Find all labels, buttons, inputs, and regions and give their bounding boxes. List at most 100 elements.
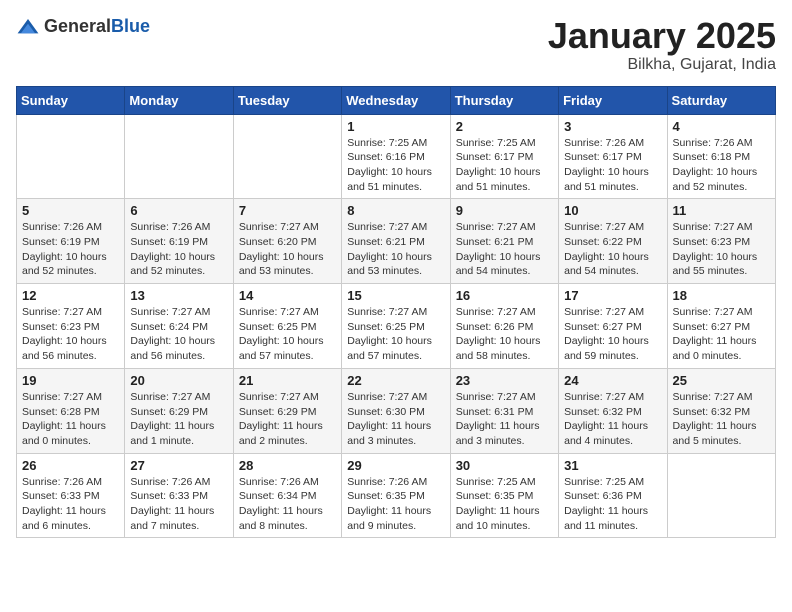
calendar-cell bbox=[17, 114, 125, 199]
calendar-week-row: 12Sunrise: 7:27 AM Sunset: 6:23 PM Dayli… bbox=[17, 284, 776, 369]
calendar-cell: 20 Sunrise: 7:27 AM Sunset: 6:29 PM Dayli… bbox=[125, 368, 233, 453]
calendar-header-row: SundayMondayTuesdayWednesdayThursdayFrid… bbox=[17, 86, 776, 114]
day-info: Sunrise: 7:27 AM Sunset: 6:26 PM Dayligh… bbox=[456, 305, 553, 364]
day-number: 10 bbox=[564, 203, 661, 218]
calendar-cell: 25 Sunrise: 7:27 AM Sunset: 6:32 PM Dayli… bbox=[667, 368, 775, 453]
logo-blue: Blue bbox=[111, 16, 150, 36]
day-number: 17 bbox=[564, 288, 661, 303]
weekday-header: Tuesday bbox=[233, 86, 341, 114]
day-info: Sunrise: 7:25 AM Sunset: 6:17 PM Dayligh… bbox=[456, 136, 553, 195]
day-info: Sunrise: 7:27 AM Sunset: 6:23 PM Dayligh… bbox=[673, 220, 770, 279]
calendar-cell: 31 Sunrise: 7:25 AM Sunset: 6:36 PM Dayli… bbox=[559, 453, 667, 538]
calendar-cell: 7Sunrise: 7:27 AM Sunset: 6:20 PM Daylig… bbox=[233, 199, 341, 284]
day-number: 18 bbox=[673, 288, 770, 303]
day-info: Sunrise: 7:26 AM Sunset: 6:19 PM Dayligh… bbox=[130, 220, 227, 279]
month-title: January 2025 bbox=[548, 16, 776, 56]
day-info: Sunrise: 7:27 AM Sunset: 6:24 PM Dayligh… bbox=[130, 305, 227, 364]
day-number: 2 bbox=[456, 119, 553, 134]
day-number: 13 bbox=[130, 288, 227, 303]
day-number: 5 bbox=[22, 203, 119, 218]
day-number: 4 bbox=[673, 119, 770, 134]
page-header: GeneralBlue January 2025 Bilkha, Gujarat… bbox=[16, 16, 776, 74]
weekday-header: Monday bbox=[125, 86, 233, 114]
calendar-cell: 14 Sunrise: 7:27 AM Sunset: 6:25 PM Dayli… bbox=[233, 284, 341, 369]
day-info: Sunrise: 7:25 AM Sunset: 6:16 PM Dayligh… bbox=[347, 136, 444, 195]
calendar-cell: 8 Sunrise: 7:27 AM Sunset: 6:21 PM Daylig… bbox=[342, 199, 450, 284]
calendar-cell: 28Sunrise: 7:26 AM Sunset: 6:34 PM Dayli… bbox=[233, 453, 341, 538]
calendar-week-row: 19 Sunrise: 7:27 AM Sunset: 6:28 PM Dayli… bbox=[17, 368, 776, 453]
day-number: 15 bbox=[347, 288, 444, 303]
calendar-cell: 11Sunrise: 7:27 AM Sunset: 6:23 PM Dayli… bbox=[667, 199, 775, 284]
calendar-cell: 16 Sunrise: 7:27 AM Sunset: 6:26 PM Dayli… bbox=[450, 284, 558, 369]
day-number: 8 bbox=[347, 203, 444, 218]
calendar-cell bbox=[125, 114, 233, 199]
day-info: Sunrise: 7:26 AM Sunset: 6:33 PM Dayligh… bbox=[130, 475, 227, 534]
logo-general: General bbox=[44, 16, 111, 36]
location-title: Bilkha, Gujarat, India bbox=[548, 56, 776, 74]
logo-icon bbox=[16, 17, 40, 37]
day-info: Sunrise: 7:27 AM Sunset: 6:21 PM Dayligh… bbox=[456, 220, 553, 279]
calendar-cell: 12Sunrise: 7:27 AM Sunset: 6:23 PM Dayli… bbox=[17, 284, 125, 369]
weekday-header: Saturday bbox=[667, 86, 775, 114]
day-number: 31 bbox=[564, 458, 661, 473]
calendar-cell: 2 Sunrise: 7:25 AM Sunset: 6:17 PM Daylig… bbox=[450, 114, 558, 199]
day-number: 20 bbox=[130, 373, 227, 388]
day-info: Sunrise: 7:25 AM Sunset: 6:36 PM Dayligh… bbox=[564, 475, 661, 534]
day-number: 16 bbox=[456, 288, 553, 303]
day-info: Sunrise: 7:27 AM Sunset: 6:28 PM Dayligh… bbox=[22, 390, 119, 449]
calendar-cell: 30 Sunrise: 7:25 AM Sunset: 6:35 PM Dayli… bbox=[450, 453, 558, 538]
day-number: 30 bbox=[456, 458, 553, 473]
calendar-cell: 23 Sunrise: 7:27 AM Sunset: 6:31 PM Dayli… bbox=[450, 368, 558, 453]
day-info: Sunrise: 7:27 AM Sunset: 6:25 PM Dayligh… bbox=[239, 305, 336, 364]
day-info: Sunrise: 7:27 AM Sunset: 6:21 PM Dayligh… bbox=[347, 220, 444, 279]
day-number: 22 bbox=[347, 373, 444, 388]
calendar-cell: 26Sunrise: 7:26 AM Sunset: 6:33 PM Dayli… bbox=[17, 453, 125, 538]
logo: GeneralBlue bbox=[16, 16, 150, 37]
calendar-cell: 9 Sunrise: 7:27 AM Sunset: 6:21 PM Daylig… bbox=[450, 199, 558, 284]
day-number: 19 bbox=[22, 373, 119, 388]
day-info: Sunrise: 7:26 AM Sunset: 6:35 PM Dayligh… bbox=[347, 475, 444, 534]
calendar-cell: 3 Sunrise: 7:26 AM Sunset: 6:17 PM Daylig… bbox=[559, 114, 667, 199]
calendar-week-row: 5 Sunrise: 7:26 AM Sunset: 6:19 PM Daylig… bbox=[17, 199, 776, 284]
day-info: Sunrise: 7:27 AM Sunset: 6:31 PM Dayligh… bbox=[456, 390, 553, 449]
calendar-cell: 15Sunrise: 7:27 AM Sunset: 6:25 PM Dayli… bbox=[342, 284, 450, 369]
calendar-cell: 6 Sunrise: 7:26 AM Sunset: 6:19 PM Daylig… bbox=[125, 199, 233, 284]
day-info: Sunrise: 7:27 AM Sunset: 6:30 PM Dayligh… bbox=[347, 390, 444, 449]
calendar-cell: 24 Sunrise: 7:27 AM Sunset: 6:32 PM Dayli… bbox=[559, 368, 667, 453]
day-info: Sunrise: 7:27 AM Sunset: 6:22 PM Dayligh… bbox=[564, 220, 661, 279]
day-number: 1 bbox=[347, 119, 444, 134]
calendar-cell: 21Sunrise: 7:27 AM Sunset: 6:29 PM Dayli… bbox=[233, 368, 341, 453]
day-number: 12 bbox=[22, 288, 119, 303]
day-number: 14 bbox=[239, 288, 336, 303]
calendar-table: SundayMondayTuesdayWednesdayThursdayFrid… bbox=[16, 86, 776, 539]
day-number: 26 bbox=[22, 458, 119, 473]
day-info: Sunrise: 7:27 AM Sunset: 6:32 PM Dayligh… bbox=[673, 390, 770, 449]
day-number: 24 bbox=[564, 373, 661, 388]
calendar-cell: 29Sunrise: 7:26 AM Sunset: 6:35 PM Dayli… bbox=[342, 453, 450, 538]
calendar-cell bbox=[667, 453, 775, 538]
day-info: Sunrise: 7:27 AM Sunset: 6:32 PM Dayligh… bbox=[564, 390, 661, 449]
day-info: Sunrise: 7:27 AM Sunset: 6:27 PM Dayligh… bbox=[673, 305, 770, 364]
day-number: 9 bbox=[456, 203, 553, 218]
weekday-header: Wednesday bbox=[342, 86, 450, 114]
calendar-cell: 22 Sunrise: 7:27 AM Sunset: 6:30 PM Dayli… bbox=[342, 368, 450, 453]
day-number: 25 bbox=[673, 373, 770, 388]
day-info: Sunrise: 7:25 AM Sunset: 6:35 PM Dayligh… bbox=[456, 475, 553, 534]
day-number: 7 bbox=[239, 203, 336, 218]
weekday-header: Sunday bbox=[17, 86, 125, 114]
calendar-cell bbox=[233, 114, 341, 199]
calendar-week-row: 26 Sunrise: 7:26 AM Sunset: 6:33 PM Dayli… bbox=[17, 453, 776, 538]
day-number: 21 bbox=[239, 373, 336, 388]
day-info: Sunrise: 7:26 AM Sunset: 6:34 PM Dayligh… bbox=[239, 475, 336, 534]
calendar-week-row: 1 Sunrise: 7:25 AM Sunset: 6:16 PM Daylig… bbox=[17, 114, 776, 199]
calendar-cell: 5Sunrise: 7:26 AM Sunset: 6:19 PM Daylig… bbox=[17, 199, 125, 284]
day-number: 6 bbox=[130, 203, 227, 218]
day-number: 3 bbox=[564, 119, 661, 134]
calendar-cell: 18 Sunrise: 7:27 AM Sunset: 6:27 PM Dayli… bbox=[667, 284, 775, 369]
day-info: Sunrise: 7:26 AM Sunset: 6:17 PM Dayligh… bbox=[564, 136, 661, 195]
day-info: Sunrise: 7:27 AM Sunset: 6:29 PM Dayligh… bbox=[130, 390, 227, 449]
day-number: 23 bbox=[456, 373, 553, 388]
weekday-header: Thursday bbox=[450, 86, 558, 114]
calendar-cell: 13 Sunrise: 7:27 AM Sunset: 6:24 PM Dayli… bbox=[125, 284, 233, 369]
day-number: 27 bbox=[130, 458, 227, 473]
